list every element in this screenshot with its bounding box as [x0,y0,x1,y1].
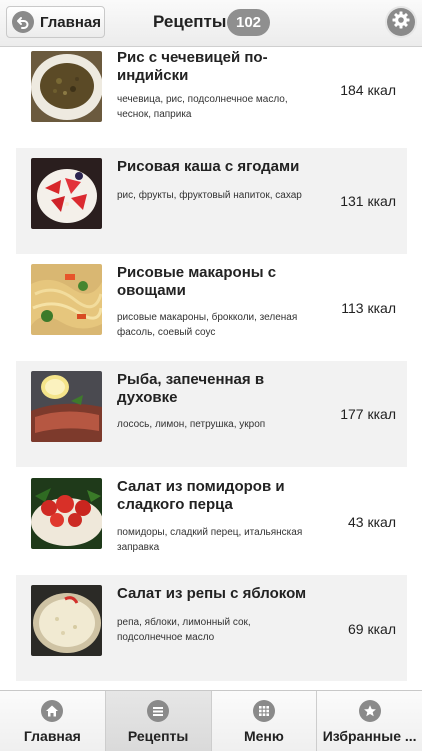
recipe-name: Рисовые макароны с овощами [117,264,277,299]
tab-menu[interactable]: Меню [212,691,318,751]
home-icon [41,700,64,722]
star-icon [358,700,381,722]
recipe-name: Рисовая каша с ягодами [117,158,300,175]
recipe-photo [31,371,102,442]
back-arrow-icon [12,11,34,33]
recipe-calories: 131 ккал [340,193,396,209]
top-navigation-bar: Главная Рецепты 102 [0,0,422,47]
back-button-label: Главная [40,13,102,31]
recipe-photo [31,585,102,656]
back-home-button[interactable]: Главная [6,6,105,38]
recipe-calories: 184 ккал [340,82,396,98]
recipe-calories: 177 ккал [340,406,396,422]
tab-label: Рецепты [127,728,189,744]
recipe-ingredients: рис, фрукты, фруктовый напиток, сахар [117,190,302,201]
recipe-photo [31,51,102,122]
recipe-row[interactable]: Салат из репы с яблоком репа, яблоки, ли… [16,575,407,681]
recipe-count-badge: 102 [227,9,270,36]
recipe-row[interactable]: Рисовые макароны с овощами рисовые макар… [16,254,407,360]
recipe-name: Рыба, запеченная в духовке [117,371,265,406]
bottom-tab-bar: Главная Рецепты Меню Избранные ... [0,690,422,751]
recipe-photo [31,264,102,335]
recipe-calories: 113 ккал [341,300,396,316]
tab-label: Меню [243,728,284,744]
list-icon [147,700,170,722]
recipe-ingredients: репа, яблоки, лимонный сок, подсолнечное… [117,617,251,643]
recipe-row[interactable]: Рисовая каша с ягодами рис, фрукты, фрук… [16,148,407,254]
recipe-row[interactable]: Салат из помидоров и сладкого перца поми… [16,468,407,574]
settings-button[interactable] [387,8,415,36]
gear-icon [391,10,411,35]
recipe-calories: 43 ккал [348,514,396,530]
recipe-row[interactable]: Рис с чечевицей по-индийски чечевица, ри… [16,41,407,147]
recipe-name: Салат из помидоров и сладкого перца [117,478,285,513]
recipe-ingredients: рисовые макароны, брокколи, зеленая фасо… [117,312,298,338]
recipe-ingredients: помидоры, сладкий перец, итальянская зап… [117,527,303,553]
grid-icon [252,700,275,722]
recipe-photo [31,158,102,229]
recipe-name: Рис с чечевицей по-индийски [117,49,268,84]
recipe-row[interactable]: Рыба, запеченная в духовке лосось, лимон… [16,361,407,467]
tab-label: Избранные ... [322,728,417,744]
page-title: Рецепты [153,12,227,31]
tab-favorites[interactable]: Избранные ... [317,691,422,751]
recipe-name: Салат из репы с яблоком [117,585,307,602]
recipe-photo [31,478,102,549]
recipe-calories: 69 ккал [348,621,396,637]
tab-home[interactable]: Главная [0,691,106,751]
recipe-ingredients: лосось, лимон, петрушка, укроп [117,419,266,430]
tab-recipes[interactable]: Рецепты [105,691,212,751]
recipe-ingredients: чечевица, рис, подсолнечное масло, чесно… [117,94,288,120]
tab-label: Главная [23,728,81,744]
